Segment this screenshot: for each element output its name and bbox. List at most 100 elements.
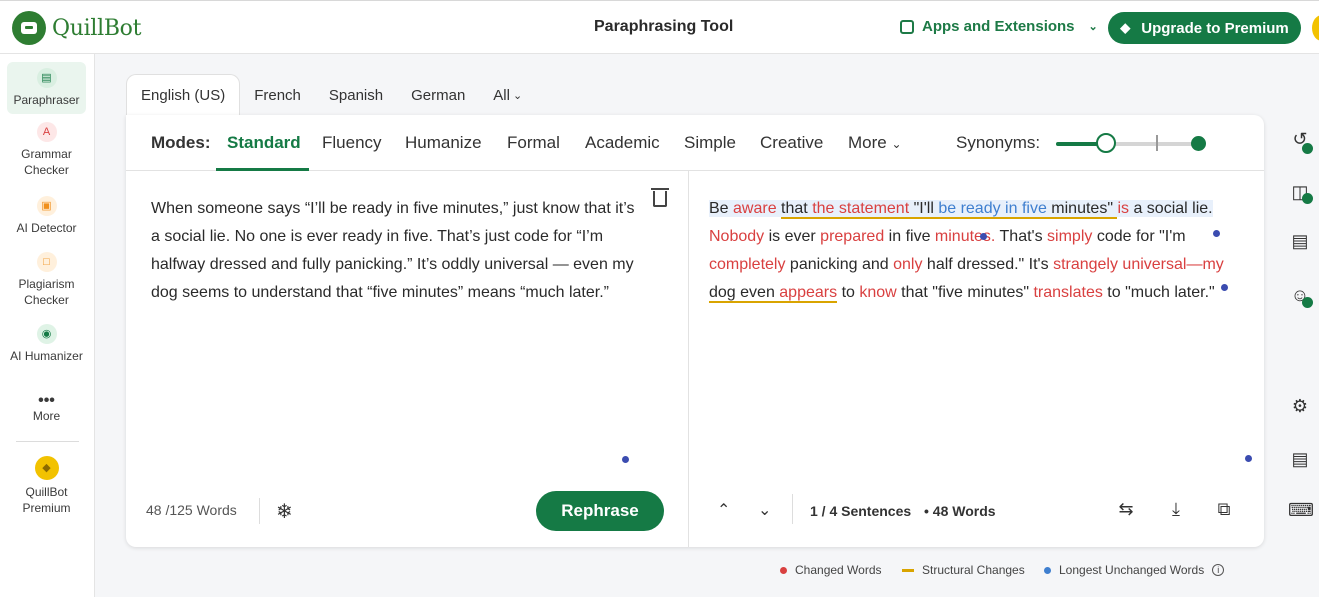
divider bbox=[259, 498, 260, 524]
sidebar-item-paraphraser[interactable]: ▤ Paraphraser bbox=[7, 62, 86, 114]
sidebar-divider bbox=[16, 441, 79, 442]
legend-label: Changed Words bbox=[795, 563, 882, 577]
output-segment: that "five minutes" bbox=[896, 284, 1034, 301]
output-segment: panicking and bbox=[785, 256, 894, 273]
quillbot-logo[interactable]: QuillBot bbox=[12, 11, 141, 45]
sidebar-item-more[interactable]: ••• More bbox=[7, 393, 86, 424]
marker-dot bbox=[1221, 284, 1228, 291]
next-sentence-button[interactable]: ⌄ bbox=[758, 500, 771, 520]
mode-creative[interactable]: Creative bbox=[760, 133, 823, 153]
plagiarism-icon: □ bbox=[36, 252, 57, 272]
sidebar-item-plagiarism-checker[interactable]: □ Plagiarism Checker bbox=[7, 252, 86, 308]
copy-icon[interactable]: ⧉ bbox=[1214, 499, 1234, 519]
input-textarea[interactable]: When someone says “I’ll be ready in five… bbox=[151, 195, 641, 307]
changed-word[interactable]: completely bbox=[709, 256, 785, 273]
sidebar-item-label: Plagiarism Checker bbox=[18, 277, 75, 307]
premium-diamond-icon bbox=[1191, 136, 1206, 151]
output-segment: dog even bbox=[709, 284, 780, 303]
mode-humanize[interactable]: Humanize bbox=[405, 133, 482, 153]
output-segment: "I'll bbox=[909, 200, 939, 219]
modes-bar: Modes: Standard Fluency Humanize Formal … bbox=[126, 115, 1264, 171]
synonyms-slider-thumb[interactable] bbox=[1096, 133, 1116, 153]
output-text[interactable]: Be aware that the statement "I'll be rea… bbox=[709, 195, 1249, 307]
sidebar-item-grammar-checker[interactable]: A Grammar Checker bbox=[7, 122, 86, 178]
legend-unchanged: Longest Unchanged Words i bbox=[1044, 563, 1225, 577]
changed-word[interactable]: prepared bbox=[820, 228, 884, 245]
premium-icon: ◆ bbox=[34, 456, 59, 480]
tab-french[interactable]: French bbox=[240, 74, 315, 116]
mode-standard[interactable]: Standard bbox=[227, 133, 301, 153]
changed-word[interactable]: appears bbox=[779, 284, 838, 303]
tab-spanish[interactable]: Spanish bbox=[315, 74, 397, 116]
output-segment: is ever bbox=[764, 228, 821, 245]
left-sidebar: ▤ Paraphraser A Grammar Checker ▣ AI Det… bbox=[0, 54, 95, 597]
legend-label: Structural Changes bbox=[922, 563, 1025, 577]
avatar[interactable] bbox=[1312, 15, 1319, 41]
language-tabs: English (US) French Spanish German All ⌄ bbox=[126, 74, 536, 116]
compare-icon[interactable]: ⇆ bbox=[1116, 499, 1136, 519]
apps-extensions-menu[interactable]: Apps and Extensions ⌄ bbox=[900, 18, 1098, 35]
synonyms-slider[interactable] bbox=[1056, 135, 1196, 151]
mode-fluency[interactable]: Fluency bbox=[322, 133, 382, 153]
rephrase-button[interactable]: Rephrase bbox=[536, 491, 664, 531]
marker-dot bbox=[1245, 455, 1252, 462]
previous-sentence-button[interactable]: ⌃ bbox=[717, 500, 730, 520]
paraphraser-icon: ▤ bbox=[36, 68, 57, 88]
output-segment: a social lie. bbox=[1129, 200, 1213, 217]
changed-word[interactable]: Nobody bbox=[709, 228, 764, 245]
statistics-icon[interactable]: ▤ bbox=[1288, 229, 1312, 253]
sidebar-item-ai-humanizer[interactable]: ◉ AI Humanizer bbox=[7, 324, 86, 364]
premium-badge-icon bbox=[1302, 297, 1313, 308]
changed-word[interactable]: know bbox=[859, 284, 896, 301]
tab-german[interactable]: German bbox=[397, 74, 479, 116]
upgrade-label: Upgrade to Premium bbox=[1141, 19, 1289, 37]
changed-word[interactable]: simply bbox=[1047, 228, 1092, 245]
structural-bar-icon bbox=[902, 568, 914, 572]
upgrade-premium-button[interactable]: Upgrade to Premium bbox=[1108, 12, 1301, 44]
output-segment: to bbox=[841, 284, 855, 301]
sidebar-item-label: AI Humanizer bbox=[10, 349, 83, 363]
changed-word[interactable]: strangely universal—my bbox=[1053, 256, 1224, 273]
page-title: Paraphrasing Tool bbox=[594, 18, 734, 35]
changed-word[interactable]: the statement bbox=[812, 200, 910, 219]
settings-icon[interactable]: ⚙ bbox=[1288, 394, 1312, 418]
marker-dot bbox=[622, 456, 629, 463]
mode-more-label: More bbox=[848, 133, 887, 152]
output-segment: code for "I'm bbox=[1092, 228, 1186, 245]
editor-card: Modes: Standard Fluency Humanize Formal … bbox=[126, 115, 1264, 547]
mode-more[interactable]: More ⌄ bbox=[848, 133, 902, 153]
humanizer-icon: ◉ bbox=[36, 324, 57, 344]
premium-badge-icon bbox=[1302, 143, 1313, 154]
changed-word[interactable]: aware bbox=[733, 200, 777, 217]
grammar-icon: A bbox=[36, 122, 57, 142]
chevron-down-icon: ⌄ bbox=[512, 89, 523, 102]
download-icon[interactable]: ⤓ bbox=[1166, 499, 1186, 519]
changed-word[interactable]: translates bbox=[1033, 284, 1102, 301]
info-icon[interactable]: i bbox=[1212, 564, 1225, 576]
sidebar-item-premium[interactable]: ◆ QuillBot Premium bbox=[7, 456, 86, 516]
tab-english[interactable]: English (US) bbox=[126, 74, 241, 116]
legend-label: Longest Unchanged Words bbox=[1059, 563, 1205, 577]
sentence-counter: 1 / 4 Sentences bbox=[810, 503, 912, 519]
output-word-count: • 48 Words bbox=[924, 503, 996, 519]
feedback-icon[interactable]: ▤ bbox=[1288, 447, 1312, 471]
sidebar-item-label: Grammar Checker bbox=[21, 147, 72, 177]
mode-simple[interactable]: Simple bbox=[684, 133, 736, 153]
sidebar-item-label: QuillBot Premium bbox=[22, 485, 71, 515]
tab-all[interactable]: All ⌄ bbox=[479, 74, 536, 116]
changed-word[interactable]: only bbox=[893, 256, 922, 273]
freeze-words-icon[interactable]: ❄ bbox=[276, 499, 293, 524]
diamond-icon bbox=[1120, 20, 1133, 36]
sidebar-item-ai-detector[interactable]: ▣ AI Detector bbox=[7, 196, 86, 236]
output-segment: half dressed." It's bbox=[922, 256, 1054, 273]
unchanged-dot-icon bbox=[1044, 566, 1051, 574]
keyboard-icon[interactable]: ⌨ bbox=[1288, 498, 1314, 522]
mode-formal[interactable]: Formal bbox=[507, 133, 560, 153]
sidebar-item-label: AI Detector bbox=[16, 221, 77, 235]
synonyms-slider-tick bbox=[1156, 135, 1158, 151]
mode-academic[interactable]: Academic bbox=[585, 133, 660, 153]
trash-icon[interactable] bbox=[651, 188, 669, 207]
unchanged-phrase: be ready in five bbox=[938, 200, 1047, 219]
tab-all-label: All bbox=[493, 86, 510, 104]
changed-word[interactable]: is bbox=[1117, 200, 1129, 217]
